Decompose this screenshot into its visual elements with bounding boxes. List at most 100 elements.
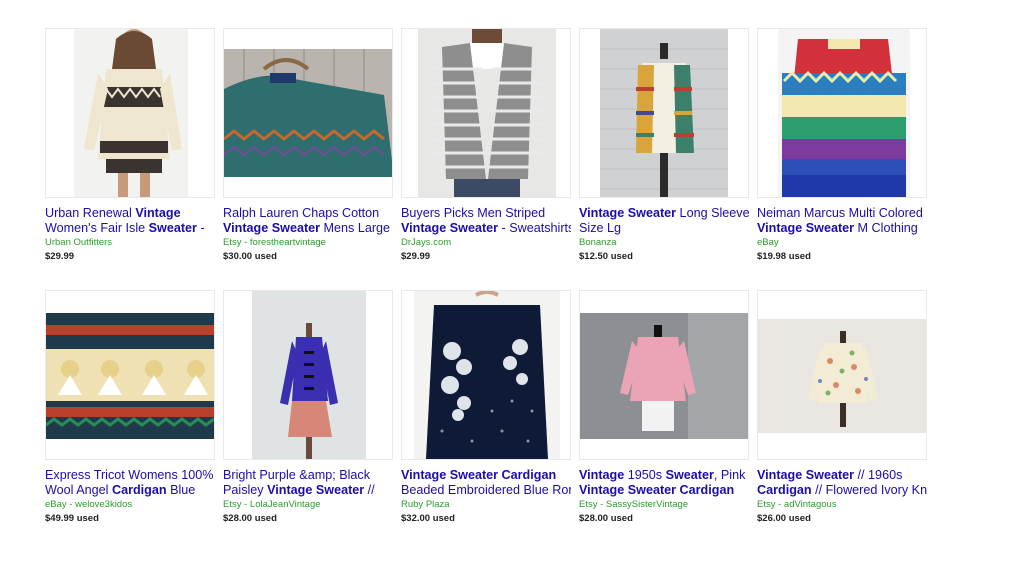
result-title-line[interactable]: Women's Fair Isle Sweater - — [45, 221, 215, 236]
result-card[interactable]: Vintage Sweater // 1960s Cardigan // Flow… — [757, 290, 927, 524]
result-price: $29.99 — [45, 251, 75, 262]
title-text: 1950s — [624, 468, 666, 482]
fair-isle-sweater-model-photo — [74, 29, 188, 197]
result-card[interactable]: Express Tricot Womens 100% Wool Angel Car… — [45, 290, 215, 524]
result-source: Etsy - forestheartvintage — [223, 237, 326, 248]
rainbow-sweater-photo — [778, 29, 910, 197]
result-source: Etsy - SassySisterVintage — [579, 499, 689, 510]
highlighted-keyword: Vintage Sweater Cardigan — [401, 468, 557, 482]
title-text: M Clothing — [854, 221, 918, 235]
result-title-line[interactable]: Beaded Embroidered Blue Ron — [401, 483, 571, 498]
purple-sweater-mannequin-photo — [252, 291, 366, 459]
highlighted-keyword: Vintage Sweater — [579, 206, 677, 220]
result-card[interactable]: Vintage Sweater Cardigan Beaded Embroider… — [401, 290, 571, 524]
title-text: Size Lg — [579, 221, 622, 235]
result-title-line[interactable]: Vintage Sweater M Clothing — [757, 221, 927, 236]
result-title[interactable]: Urban Renewal Vintage Women's Fair Isle S… — [45, 206, 215, 236]
result-title[interactable]: Buyers Picks Men Striped Vintage Sweater … — [401, 206, 571, 236]
title-text: Neiman Marcus Multi Colored — [757, 206, 923, 220]
result-thumbnail[interactable] — [757, 290, 927, 460]
result-source: Ruby Plaza — [401, 499, 450, 510]
result-title[interactable]: Vintage 1950s Sweater, Pink Vintage Sweat… — [579, 468, 749, 498]
result-card[interactable]: Urban Renewal Vintage Women's Fair Isle S… — [45, 28, 215, 262]
result-thumbnail[interactable] — [45, 28, 215, 198]
result-thumbnail[interactable] — [579, 290, 749, 460]
result-title-line[interactable]: Vintage Sweater Long Sleeve — [579, 206, 749, 221]
result-title-line[interactable]: Vintage 1950s Sweater, Pink — [579, 468, 749, 483]
result-price: $12.50 used — [579, 251, 633, 262]
result-title[interactable]: Express Tricot Womens 100% Wool Angel Car… — [45, 468, 215, 498]
results-grid: Urban Renewal Vintage Women's Fair Isle S… — [45, 28, 935, 552]
result-title-line[interactable]: Express Tricot Womens 100% — [45, 468, 215, 483]
title-text: Ralph Lauren Chaps Cotton — [223, 206, 380, 220]
result-title-line[interactable]: Paisley Vintage Sweater // — [223, 483, 393, 498]
title-text: Buyers Picks Men Striped — [401, 206, 546, 220]
title-text: // Flowered Ivory Knit — [811, 483, 927, 497]
result-card[interactable]: Buyers Picks Men Striped Vintage Sweater … — [401, 28, 571, 262]
result-price: $28.00 used — [579, 513, 633, 524]
pink-cardigan-mannequin-photo — [580, 313, 748, 439]
title-text: - — [196, 221, 205, 235]
result-title[interactable]: Vintage Sweater Cardigan Beaded Embroider… — [401, 468, 571, 498]
highlighted-keyword: Sweater — [148, 221, 197, 235]
result-title-line[interactable]: Neiman Marcus Multi Colored — [757, 206, 927, 221]
result-source: Etsy - LolaJeanVintage — [223, 499, 321, 510]
result-title-line[interactable]: Cardigan // Flowered Ivory Knit — [757, 483, 927, 498]
result-card[interactable]: Neiman Marcus Multi Colored Vintage Sweat… — [757, 28, 927, 262]
teal-sweater-on-hanger-photo — [224, 49, 392, 177]
highlighted-keyword: Vintage Sweater — [267, 483, 365, 497]
highlighted-keyword: Vintage — [135, 206, 181, 220]
title-text: Express Tricot Womens 100% — [45, 468, 214, 482]
result-card[interactable]: Vintage 1950s Sweater, Pink Vintage Sweat… — [579, 290, 749, 524]
result-title[interactable]: Bright Purple &amp; Black Paisley Vintage… — [223, 468, 393, 498]
result-card[interactable]: Vintage Sweater Long Sleeve Size Lg Bonan… — [579, 28, 749, 262]
result-title[interactable]: Vintage Sweater // 1960s Cardigan // Flow… — [757, 468, 927, 498]
result-title-line[interactable]: Vintage Sweater Cardigan — [579, 483, 749, 498]
result-price: $26.00 used — [757, 513, 811, 524]
result-title[interactable]: Neiman Marcus Multi Colored Vintage Sweat… — [757, 206, 927, 236]
result-thumbnail[interactable] — [223, 290, 393, 460]
result-title-line[interactable]: Size Lg — [579, 221, 749, 236]
title-text: // 1960s — [854, 468, 903, 482]
result-title-line[interactable]: Vintage Sweater Cardigan — [401, 468, 571, 483]
title-text: Long Sleeve — [676, 206, 749, 220]
highlighted-keyword: Cardigan — [111, 483, 167, 497]
result-source: Bonanza — [579, 237, 617, 248]
result-card[interactable]: Bright Purple &amp; Black Paisley Vintage… — [223, 290, 393, 524]
title-text: Mens Large — [320, 221, 391, 235]
result-price: $49.99 used — [45, 513, 99, 524]
floral-ivory-cardigan-photo — [758, 319, 926, 433]
result-title-line[interactable]: Ralph Lauren Chaps Cotton — [223, 206, 393, 221]
result-title-line[interactable]: Urban Renewal Vintage — [45, 206, 215, 221]
result-title-line[interactable]: Bright Purple &amp; Black — [223, 468, 393, 483]
angel-cardigan-photo — [46, 313, 214, 439]
title-text: // — [364, 483, 375, 497]
result-source: Urban Outfitters — [45, 237, 113, 248]
result-title[interactable]: Ralph Lauren Chaps Cotton Vintage Sweater… — [223, 206, 393, 236]
title-text: Wool Angel — [45, 483, 112, 497]
result-source: eBay - welove3kidos — [45, 499, 133, 510]
result-thumbnail[interactable] — [45, 290, 215, 460]
result-price: $30.00 used — [223, 251, 277, 262]
result-title-line[interactable]: Vintage Sweater - Sweatshirts — [401, 221, 571, 236]
result-price: $19.98 used — [757, 251, 811, 262]
result-title-line[interactable]: Vintage Sweater // 1960s — [757, 468, 927, 483]
result-title-line[interactable]: Wool Angel Cardigan Blue — [45, 483, 215, 498]
result-title-line[interactable]: Vintage Sweater Mens Large — [223, 221, 393, 236]
result-title-line[interactable]: Buyers Picks Men Striped — [401, 206, 571, 221]
result-source: eBay — [757, 237, 779, 248]
highlighted-keyword: Vintage Sweater — [401, 221, 499, 235]
highlighted-keyword: Cardigan — [757, 483, 812, 497]
result-source: Etsy - adVintagous — [757, 499, 837, 510]
result-thumbnail[interactable] — [579, 28, 749, 198]
striped-cardigan-model-photo — [418, 29, 556, 197]
result-price: $29.99 — [401, 251, 431, 262]
title-text: - Sweatshirts — [498, 221, 571, 235]
result-thumbnail[interactable] — [223, 28, 393, 198]
result-thumbnail[interactable] — [401, 290, 571, 460]
result-title[interactable]: Vintage Sweater Long Sleeve Size Lg — [579, 206, 749, 236]
result-thumbnail[interactable] — [757, 28, 927, 198]
result-card[interactable]: Ralph Lauren Chaps Cotton Vintage Sweater… — [223, 28, 393, 262]
result-thumbnail[interactable] — [401, 28, 571, 198]
result-source: DrJays.com — [401, 237, 452, 248]
